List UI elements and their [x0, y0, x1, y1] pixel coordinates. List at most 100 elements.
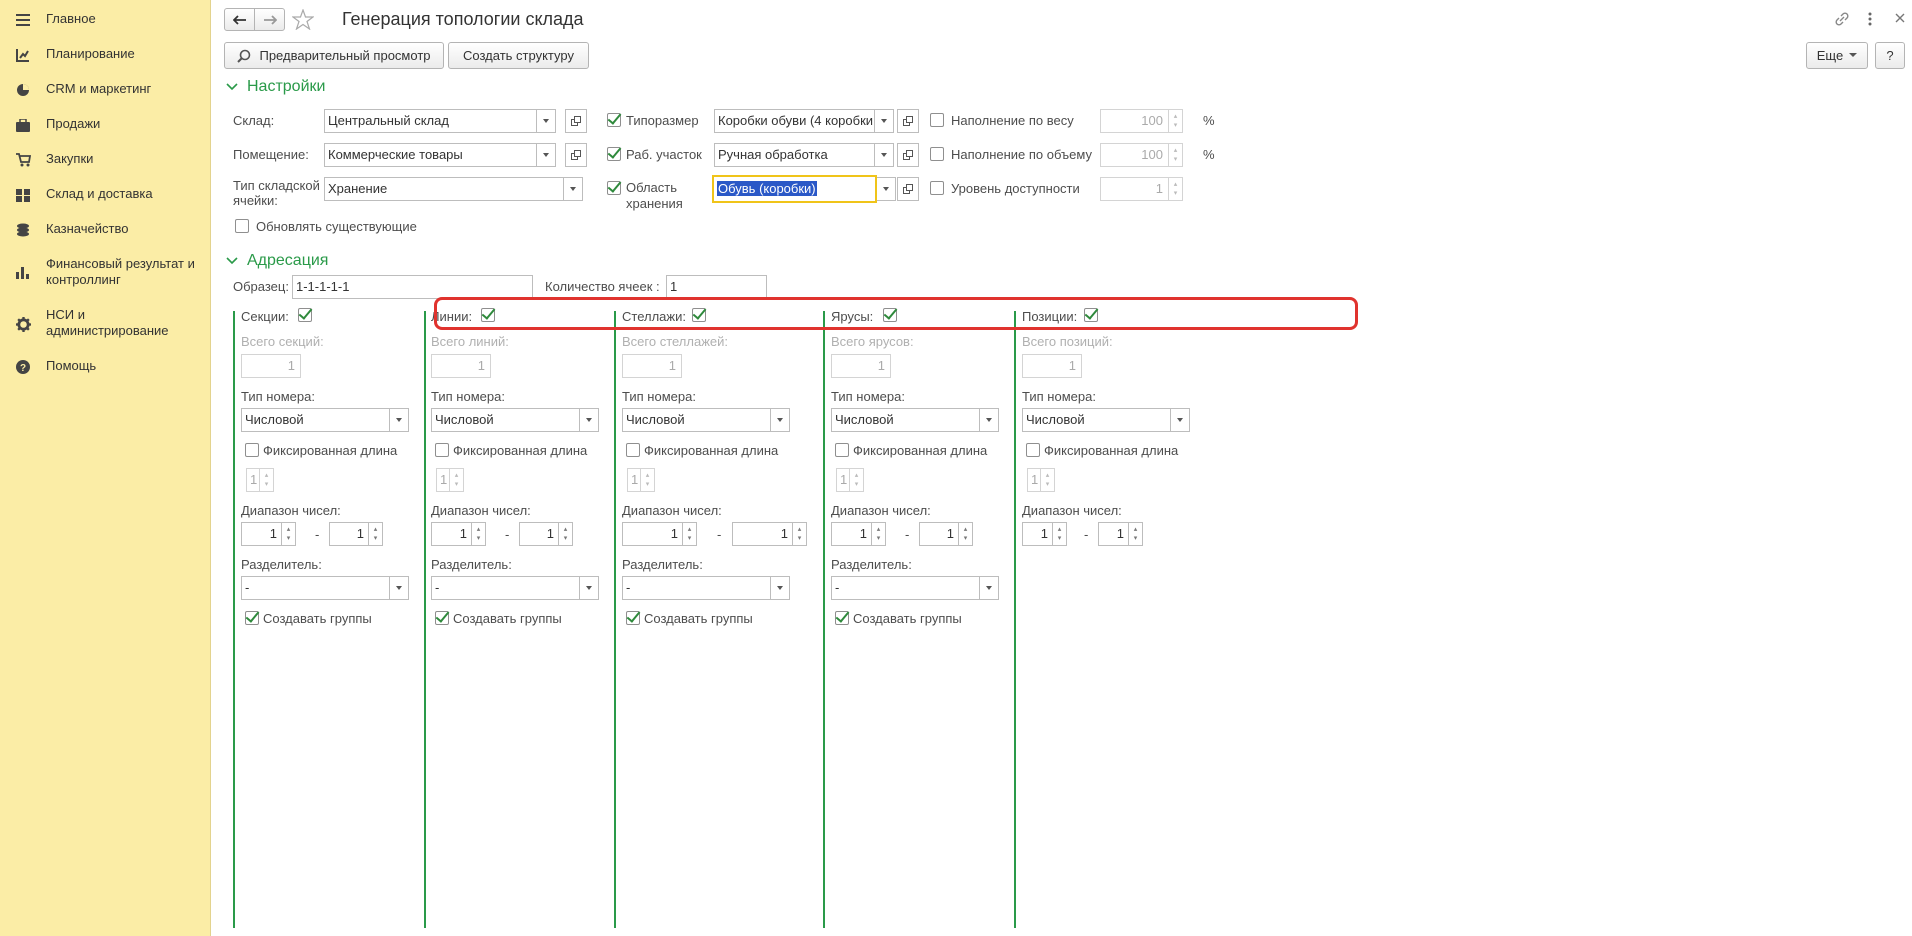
tiers-create-groups-checkbox[interactable]: [835, 611, 849, 625]
work-area-open-button[interactable]: [897, 143, 919, 167]
sections-create-groups-checkbox[interactable]: [245, 611, 259, 625]
size-dropdown-button[interactable]: [875, 109, 894, 133]
sections-range-to-spinner[interactable]: ▴ ▾: [369, 522, 383, 546]
storage-area-checkbox[interactable]: [607, 181, 621, 195]
preview-button[interactable]: Предварительный просмотр: [224, 42, 444, 69]
sidebar-item-planning[interactable]: Планирование: [0, 46, 211, 66]
lines-range-to-field[interactable]: 1: [519, 522, 559, 546]
tiers-separator-dropdown[interactable]: [980, 576, 999, 600]
sidebar-item-help[interactable]: ? Помощь: [0, 358, 211, 378]
addressing-section-header[interactable]: Адресация: [226, 252, 328, 270]
sections-range-from-spinner[interactable]: ▴ ▾: [282, 522, 296, 546]
more-vertical-icon[interactable]: [1867, 11, 1873, 30]
racks-range-to-field[interactable]: 1: [732, 522, 793, 546]
cell-count-field[interactable]: 1: [666, 275, 767, 299]
racks-create-groups-checkbox[interactable]: [626, 611, 640, 625]
storage-area-field[interactable]: Обувь (коробки): [712, 175, 877, 203]
close-icon[interactable]: [1894, 12, 1906, 27]
create-structure-button[interactable]: Создать структуру: [448, 42, 589, 69]
lines-range-from-field[interactable]: 1: [431, 522, 472, 546]
lines-fixed-length-spinner[interactable]: ▴ ▾: [450, 468, 464, 492]
room-field[interactable]: Коммерческие товары: [324, 143, 537, 167]
positions-total-field[interactable]: 1: [1022, 354, 1082, 378]
fill-weight-checkbox[interactable]: [930, 113, 944, 127]
sections-number-type-dropdown[interactable]: [390, 408, 409, 432]
sections-range-to-field[interactable]: 1: [329, 522, 369, 546]
racks-range-from-spinner[interactable]: ▴ ▾: [683, 522, 697, 546]
racks-fixed-length-field[interactable]: 1: [627, 468, 641, 492]
help-button[interactable]: ?: [1875, 42, 1905, 69]
sections-fixed-length-field[interactable]: 1: [246, 468, 260, 492]
lines-separator-field[interactable]: -: [431, 576, 580, 600]
positions-range-to-spinner[interactable]: ▴ ▾: [1129, 522, 1143, 546]
racks-range-to-spinner[interactable]: ▴ ▾: [793, 522, 807, 546]
size-checkbox[interactable]: [607, 113, 621, 127]
room-dropdown-button[interactable]: [537, 143, 556, 167]
sections-fixed-length-spinner[interactable]: ▴ ▾: [260, 468, 274, 492]
tiers-total-field[interactable]: 1: [831, 354, 891, 378]
tiers-fixed-length-checkbox[interactable]: [835, 443, 849, 457]
tiers-range-from-field[interactable]: 1: [831, 522, 872, 546]
forward-button[interactable]: [254, 8, 285, 31]
positions-range-from-field[interactable]: 1: [1022, 522, 1053, 546]
sections-total-field[interactable]: 1: [241, 354, 301, 378]
positions-fixed-length-spinner[interactable]: ▴ ▾: [1041, 468, 1055, 492]
tiers-fixed-length-spinner[interactable]: ▴ ▾: [850, 468, 864, 492]
tiers-number-type-field[interactable]: Числовой: [831, 408, 980, 432]
lines-range-from-spinner[interactable]: ▴ ▾: [472, 522, 486, 546]
racks-separator-dropdown[interactable]: [771, 576, 790, 600]
access-level-checkbox[interactable]: [930, 181, 944, 195]
access-level-spinner[interactable]: ▴ ▾: [1169, 177, 1183, 201]
fill-weight-spinner[interactable]: ▴ ▾: [1169, 109, 1183, 133]
lines-checkbox[interactable]: [481, 308, 495, 322]
positions-checkbox[interactable]: [1084, 308, 1098, 322]
racks-number-type-field[interactable]: Числовой: [622, 408, 771, 432]
lines-total-field[interactable]: 1: [431, 354, 491, 378]
cell-type-field[interactable]: Хранение: [324, 177, 564, 201]
sidebar-item-sales[interactable]: Продажи: [0, 116, 211, 136]
tiers-fixed-length-field[interactable]: 1: [836, 468, 850, 492]
racks-total-field[interactable]: 1: [622, 354, 682, 378]
sidebar-item-warehouse[interactable]: Склад и доставка: [0, 186, 211, 206]
lines-number-type-dropdown[interactable]: [580, 408, 599, 432]
settings-section-header[interactable]: Настройки: [226, 78, 325, 96]
tiers-number-type-dropdown[interactable]: [980, 408, 999, 432]
tiers-range-from-spinner[interactable]: ▴ ▾: [872, 522, 886, 546]
sidebar-item-admin[interactable]: НСИ и администрирование: [0, 307, 211, 341]
lines-range-to-spinner[interactable]: ▴ ▾: [559, 522, 573, 546]
warehouse-field[interactable]: Центральный склад: [324, 109, 537, 133]
sections-separator-dropdown[interactable]: [390, 576, 409, 600]
positions-number-type-field[interactable]: Числовой: [1022, 408, 1171, 432]
sample-field[interactable]: 1-1-1-1-1: [292, 275, 533, 299]
sidebar-item-crm[interactable]: CRM и маркетинг: [0, 81, 211, 101]
positions-range-to-field[interactable]: 1: [1098, 522, 1129, 546]
lines-fixed-length-field[interactable]: 1: [436, 468, 450, 492]
link-icon[interactable]: [1834, 11, 1850, 30]
warehouse-dropdown-button[interactable]: [537, 109, 556, 133]
favorite-star-icon[interactable]: [291, 8, 315, 33]
update-existing-checkbox[interactable]: [235, 219, 249, 233]
positions-range-from-spinner[interactable]: ▴ ▾: [1053, 522, 1067, 546]
sections-range-from-field[interactable]: 1: [241, 522, 282, 546]
storage-area-dropdown-button[interactable]: [877, 177, 896, 201]
lines-create-groups-checkbox[interactable]: [435, 611, 449, 625]
racks-number-type-dropdown[interactable]: [771, 408, 790, 432]
sections-fixed-length-checkbox[interactable]: [245, 443, 259, 457]
storage-area-open-button[interactable]: [897, 177, 919, 201]
tiers-separator-field[interactable]: -: [831, 576, 980, 600]
work-area-checkbox[interactable]: [607, 147, 621, 161]
racks-range-from-field[interactable]: 1: [622, 522, 683, 546]
work-area-field[interactable]: Ручная обработка: [714, 143, 875, 167]
lines-fixed-length-checkbox[interactable]: [435, 443, 449, 457]
fill-volume-checkbox[interactable]: [930, 147, 944, 161]
cell-type-dropdown-button[interactable]: [564, 177, 583, 201]
sections-number-type-field[interactable]: Числовой: [241, 408, 390, 432]
room-open-button[interactable]: [565, 143, 587, 167]
racks-fixed-length-spinner[interactable]: ▴ ▾: [641, 468, 655, 492]
tiers-checkbox[interactable]: [883, 308, 897, 322]
positions-number-type-dropdown[interactable]: [1171, 408, 1190, 432]
fill-volume-spinner[interactable]: ▴ ▾: [1169, 143, 1183, 167]
racks-separator-field[interactable]: -: [622, 576, 771, 600]
more-button[interactable]: Еще: [1806, 42, 1868, 69]
sidebar-item-main[interactable]: Главное: [0, 11, 211, 31]
